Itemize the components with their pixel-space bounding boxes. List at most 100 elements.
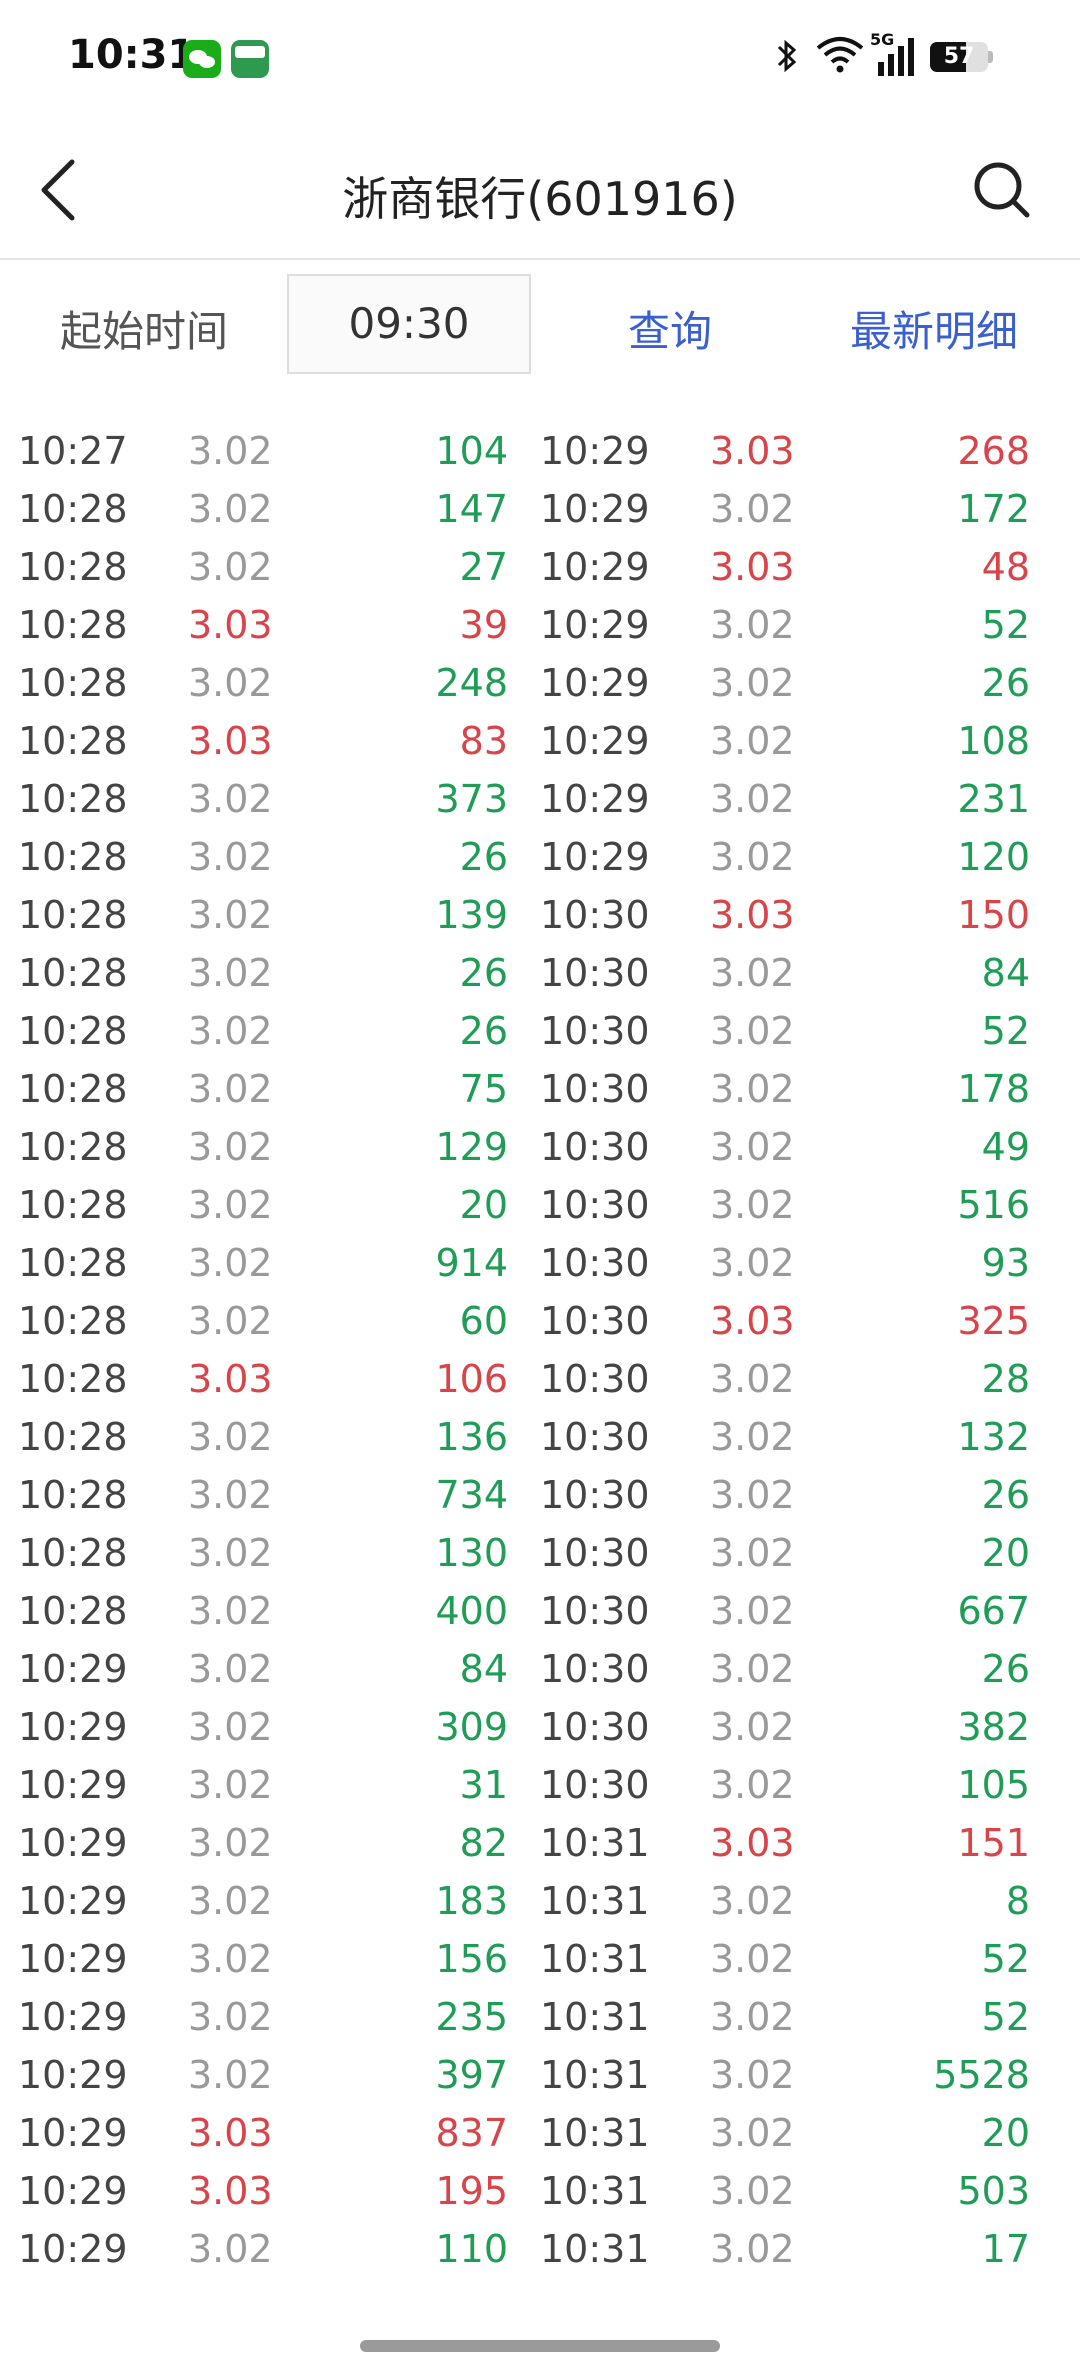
trade-time: 10:30	[540, 893, 650, 937]
trade-price: 3.03	[188, 1357, 273, 1401]
trade-row: 10:29 3.02 156	[18, 1930, 538, 1988]
trade-row: 10:30 3.02 132	[540, 1408, 1060, 1466]
trade-row: 10:31 3.02 5528	[540, 2046, 1060, 2104]
trade-row: 10:28 3.02 400	[18, 1582, 538, 1640]
bluetooth-icon	[777, 39, 797, 73]
start-time-label: 起始时间	[60, 307, 229, 356]
trade-time: 10:28	[18, 1357, 128, 1401]
trade-volume: 110	[435, 2227, 508, 2271]
query-bar: 起始时间 09:30 查询 最新明细	[0, 260, 1080, 390]
trade-time: 10:31	[540, 1995, 650, 2039]
latest-details-button[interactable]: 最新明细	[850, 298, 1018, 359]
trade-row: 10:28 3.02 129	[18, 1118, 538, 1176]
trade-volume: 106	[435, 1357, 508, 1401]
trade-time: 10:31	[540, 1937, 650, 1981]
trade-price: 3.02	[710, 2227, 795, 2271]
trade-time: 10:30	[540, 1415, 650, 1459]
trade-time: 10:28	[18, 1067, 128, 1111]
trade-price: 3.02	[188, 893, 273, 937]
query-button[interactable]: 查询	[600, 298, 740, 359]
trade-price: 3.02	[710, 487, 795, 531]
trade-time: 10:28	[18, 1241, 128, 1285]
trade-time: 10:28	[18, 719, 128, 763]
trade-price: 3.02	[710, 1879, 795, 1923]
signal-icon: 5G	[870, 30, 920, 78]
trade-time: 10:28	[18, 603, 128, 647]
status-time: 10:31	[68, 32, 196, 78]
trade-time: 10:28	[18, 1473, 128, 1517]
trade-price: 3.03	[188, 2169, 273, 2213]
trade-price: 3.02	[710, 1531, 795, 1575]
trade-time: 10:31	[540, 1821, 650, 1865]
trade-time: 10:28	[18, 1531, 128, 1575]
trade-time: 10:28	[18, 1415, 128, 1459]
trade-price: 3.03	[188, 719, 273, 763]
trade-time: 10:30	[540, 1763, 650, 1807]
trade-row: 10:28 3.03 39	[18, 596, 538, 654]
trade-row: 10:29 3.02 309	[18, 1698, 538, 1756]
trade-price: 3.02	[188, 1241, 273, 1285]
trade-row: 10:28 3.02 60	[18, 1292, 538, 1350]
trade-time: 10:29	[18, 1937, 128, 1981]
trade-time: 10:30	[540, 1357, 650, 1401]
trade-volume: 667	[957, 1589, 1030, 1633]
trade-time: 10:30	[540, 1705, 650, 1749]
trade-price: 3.02	[710, 1589, 795, 1633]
trade-price: 3.02	[188, 1125, 273, 1169]
trade-row: 10:29 3.02 397	[18, 2046, 538, 2104]
trade-price: 3.02	[188, 1183, 273, 1227]
trade-volume: 52	[981, 1009, 1030, 1053]
battery-icon: 57	[930, 42, 994, 72]
trade-time: 10:29	[540, 545, 650, 589]
trade-time: 10:29	[540, 487, 650, 531]
trade-row: 10:29 3.02 231	[540, 770, 1060, 828]
trade-price: 3.02	[188, 487, 273, 531]
trade-row: 10:28 3.03 106	[18, 1350, 538, 1408]
trade-row: 10:30 3.02 93	[540, 1234, 1060, 1292]
trade-time: 10:29	[18, 2111, 128, 2155]
trade-volume: 139	[435, 893, 508, 937]
trade-price: 3.02	[188, 1473, 273, 1517]
trade-time: 10:29	[18, 1821, 128, 1865]
trade-time: 10:27	[18, 429, 128, 473]
trade-row: 10:29 3.03 837	[18, 2104, 538, 2162]
home-indicator[interactable]	[360, 2340, 720, 2352]
trade-price: 3.03	[188, 603, 273, 647]
trade-price: 3.02	[188, 1821, 273, 1865]
trade-price: 3.03	[710, 545, 795, 589]
trade-price: 3.03	[710, 1821, 795, 1865]
trade-time: 10:29	[18, 1763, 128, 1807]
trade-row: 10:28 3.02 26	[18, 944, 538, 1002]
trade-volume: 8	[1005, 1879, 1030, 1923]
trade-price: 3.02	[710, 719, 795, 763]
trade-time: 10:31	[540, 2053, 650, 2097]
trade-row: 10:30 3.02 667	[540, 1582, 1060, 1640]
trade-row: 10:30 3.02 52	[540, 1002, 1060, 1060]
trade-volume: 49	[981, 1125, 1030, 1169]
trade-price: 3.02	[710, 835, 795, 879]
trade-time: 10:29	[540, 719, 650, 763]
search-icon[interactable]	[972, 160, 1032, 220]
trade-price: 3.02	[710, 661, 795, 705]
trade-price: 3.02	[188, 1763, 273, 1807]
trade-row: 10:28 3.02 147	[18, 480, 538, 538]
trade-volume: 84	[459, 1647, 508, 1691]
trade-row: 10:28 3.02 26	[18, 828, 538, 886]
trade-time: 10:30	[540, 1589, 650, 1633]
trade-price: 3.02	[188, 1937, 273, 1981]
trade-price: 3.02	[710, 2111, 795, 2155]
trade-price: 3.03	[710, 1299, 795, 1343]
start-time-input[interactable]: 09:30	[287, 274, 531, 374]
trade-row: 10:28 3.02 914	[18, 1234, 538, 1292]
trade-volume: 26	[459, 1009, 508, 1053]
battery-level: 57	[943, 44, 975, 69]
trade-volume: 147	[435, 487, 508, 531]
trade-row: 10:30 3.03 150	[540, 886, 1060, 944]
trade-time: 10:30	[540, 1299, 650, 1343]
trade-row: 10:29 3.02 110	[18, 2220, 538, 2278]
trade-volume: 27	[459, 545, 508, 589]
trade-volume: 156	[435, 1937, 508, 1981]
trade-volume: 309	[435, 1705, 508, 1749]
trade-time: 10:28	[18, 1009, 128, 1053]
trade-volume: 325	[957, 1299, 1030, 1343]
